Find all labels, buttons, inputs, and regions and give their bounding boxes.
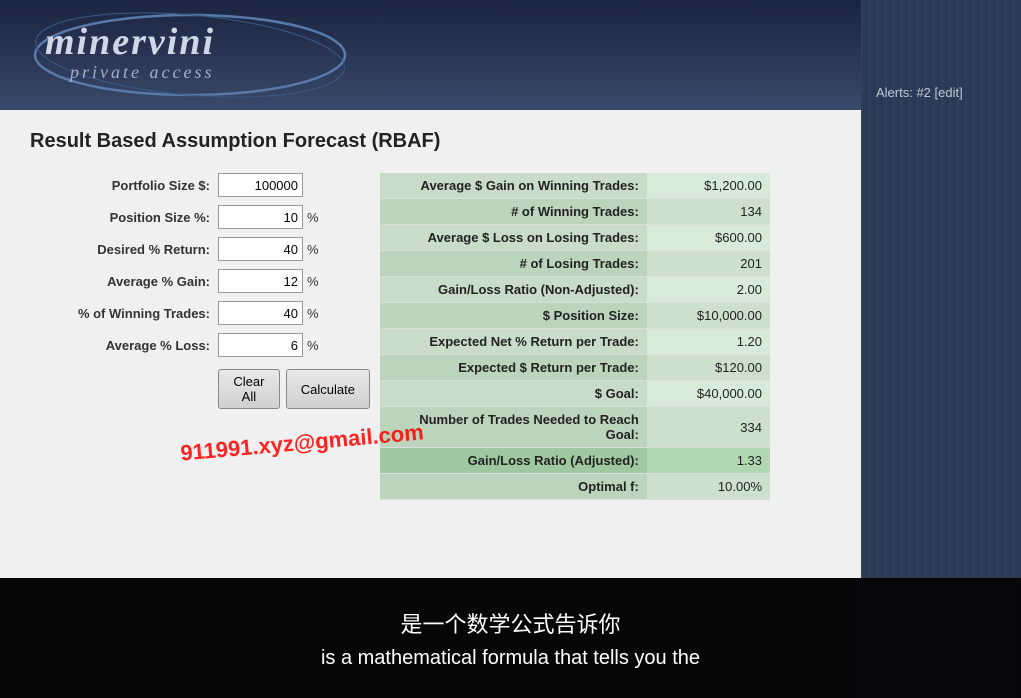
avg-loss-unit: %	[307, 338, 319, 353]
avg-loss-input[interactable]	[218, 333, 303, 357]
result-value: $1,200.00	[647, 173, 770, 199]
form-row-avg-gain: Average % Gain: %	[30, 269, 370, 293]
result-value: 2.00	[647, 277, 770, 303]
result-label: $ Position Size:	[380, 303, 647, 329]
main-content: Result Based Assumption Forecast (RBAF) …	[0, 110, 861, 578]
table-row: $ Goal: $40,000.00	[380, 381, 770, 407]
result-label: # of Winning Trades:	[380, 199, 647, 225]
logo-container: minervini private access	[30, 10, 350, 100]
desired-label: Desired % Return:	[30, 242, 210, 257]
result-value: $120.00	[647, 355, 770, 381]
result-value: 1.20	[647, 329, 770, 355]
portfolio-input[interactable]	[218, 173, 303, 197]
result-label: Average $ Gain on Winning Trades:	[380, 173, 647, 199]
table-row: Average $ Gain on Winning Trades: $1,200…	[380, 173, 770, 199]
table-row-highlight: Gain/Loss Ratio (Adjusted): 1.33	[380, 448, 770, 474]
subtitle-bar: 是一个数学公式告诉你 is a mathematical formula tha…	[0, 578, 1021, 698]
winning-input[interactable]	[218, 301, 303, 325]
position-label: Position Size %:	[30, 210, 210, 225]
form-row-position: Position Size %: %	[30, 205, 370, 229]
avg-gain-unit: %	[307, 274, 319, 289]
desired-input[interactable]	[218, 237, 303, 261]
result-value: 134	[647, 199, 770, 225]
result-value: 201	[647, 251, 770, 277]
result-label: Expected Net % Return per Trade:	[380, 329, 647, 355]
result-value: 10.00%	[647, 474, 770, 500]
portfolio-label: Portfolio Size $:	[30, 178, 210, 193]
result-label: Expected $ Return per Trade:	[380, 355, 647, 381]
table-row: Optimal f: 10.00%	[380, 474, 770, 500]
avg-loss-label: Average % Loss:	[30, 338, 210, 353]
button-row: Clear All Calculate	[218, 369, 370, 409]
result-label: Average $ Loss on Losing Trades:	[380, 225, 647, 251]
result-label: Gain/Loss Ratio (Adjusted):	[380, 448, 647, 474]
table-row: # of Winning Trades: 134	[380, 199, 770, 225]
result-value: $40,000.00	[647, 381, 770, 407]
logo-ellipse: minervini private access	[30, 10, 350, 100]
alerts-bar: Alerts: #2 [edit]	[861, 0, 1021, 110]
table-row: # of Losing Trades: 201	[380, 251, 770, 277]
logo-private-access: private access	[70, 62, 214, 83]
table-row: Gain/Loss Ratio (Non-Adjusted): 2.00	[380, 277, 770, 303]
avg-gain-label: Average % Gain:	[30, 274, 210, 289]
table-row: Expected Net % Return per Trade: 1.20	[380, 329, 770, 355]
winning-label: % of Winning Trades:	[30, 306, 210, 321]
desired-unit: %	[307, 242, 319, 257]
result-label: Gain/Loss Ratio (Non-Adjusted):	[380, 277, 647, 303]
results-section: Average $ Gain on Winning Trades: $1,200…	[380, 173, 831, 500]
avg-gain-input[interactable]	[218, 269, 303, 293]
clear-all-button[interactable]: Clear All	[218, 369, 280, 409]
result-value: $600.00	[647, 225, 770, 251]
alerts-text: Alerts: #2 [edit]	[876, 85, 963, 100]
results-table: Average $ Gain on Winning Trades: $1,200…	[380, 173, 770, 500]
form-section: Portfolio Size $: Position Size %: % Des…	[30, 173, 370, 409]
result-value: 1.33	[647, 448, 770, 474]
table-row: $ Position Size: $10,000.00	[380, 303, 770, 329]
header: minervini private access	[0, 0, 861, 110]
table-row: Expected $ Return per Trade: $120.00	[380, 355, 770, 381]
winning-unit: %	[307, 306, 319, 321]
table-row: Number of Trades Needed to Reach Goal: 3…	[380, 407, 770, 448]
result-label: $ Goal:	[380, 381, 647, 407]
result-value: 334	[647, 407, 770, 448]
subtitle-chinese: 是一个数学公式告诉你	[400, 607, 620, 639]
form-row-desired: Desired % Return: %	[30, 237, 370, 261]
result-value: $10,000.00	[647, 303, 770, 329]
page-title: Result Based Assumption Forecast (RBAF)	[30, 130, 831, 153]
form-row-avg-loss: Average % Loss: %	[30, 333, 370, 357]
result-label: Optimal f:	[380, 474, 647, 500]
result-label: # of Losing Trades:	[380, 251, 647, 277]
position-input[interactable]	[218, 205, 303, 229]
calculate-button[interactable]: Calculate	[286, 369, 370, 409]
logo-minervini: minervini	[45, 20, 215, 64]
subtitle-english: is a mathematical formula that tells you…	[321, 647, 700, 670]
form-row-winning: % of Winning Trades: %	[30, 301, 370, 325]
table-row: Average $ Loss on Losing Trades: $600.00	[380, 225, 770, 251]
form-row-portfolio: Portfolio Size $:	[30, 173, 370, 197]
position-unit: %	[307, 210, 319, 225]
